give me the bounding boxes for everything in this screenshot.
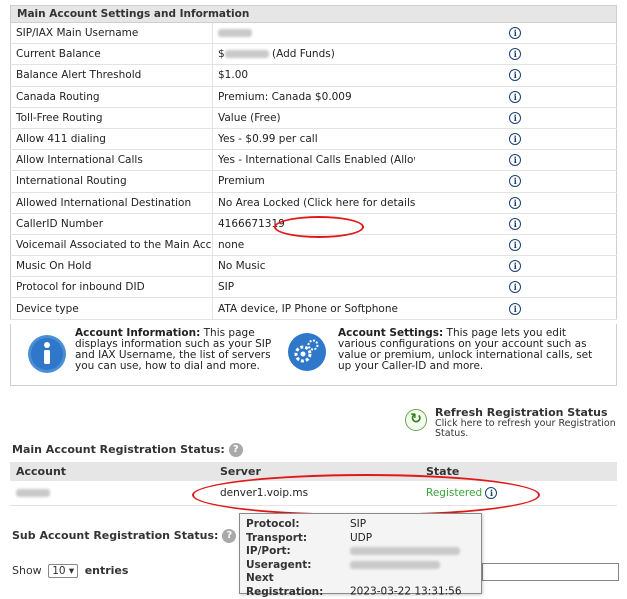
settings-title: Main Account Settings and Information	[10, 5, 617, 23]
info-icon[interactable]: i	[509, 175, 522, 188]
row-value: Premium: Canada $0.009	[212, 86, 415, 108]
tooltip-value: 2023-03-22 13:31:56	[350, 585, 462, 598]
tooltip-key: Useragent:	[246, 558, 312, 571]
help-panel: Account Information: This page displays …	[10, 324, 617, 386]
sub-registration-label: Sub Account Registration Status:?	[12, 529, 237, 543]
info-icon[interactable]: i	[509, 133, 522, 146]
info-icon[interactable]: i	[509, 281, 522, 294]
tooltip-key: Next Registration:	[246, 572, 324, 598]
entries-value: 10	[52, 565, 66, 577]
row-value: Value (Free)	[212, 107, 415, 129]
account-info-help: Account Information: This page displays …	[75, 328, 280, 372]
add-funds-link[interactable]: (Add Funds)	[272, 48, 335, 60]
refresh-description: Click here to refresh your Registration …	[435, 418, 616, 439]
col-account[interactable]: Account	[10, 462, 214, 481]
row-label: Protocol for inbound DID	[10, 276, 213, 299]
row-value: $1.00	[212, 64, 415, 87]
search-input[interactable]	[482, 563, 619, 581]
row-value	[212, 22, 415, 45]
tooltip-key: Transport:	[246, 531, 308, 544]
callerid-highlight-circle	[274, 216, 364, 238]
row-label: CallerID Number	[10, 213, 213, 235]
info-icon[interactable]: i	[509, 27, 522, 40]
help-question-icon[interactable]: ?	[222, 529, 237, 543]
entries-control: Show 10 ▾ entries	[12, 564, 128, 578]
redacted-account	[16, 488, 50, 497]
registration-tooltip: Protocol: SIP Transport: UDP IP/Port: User…	[239, 513, 482, 598]
info-icon[interactable]: i	[509, 154, 522, 167]
tooltip-value: SIP	[350, 518, 367, 530]
tooltip-key: IP/Port:	[246, 545, 291, 557]
info-icon[interactable]: i	[509, 217, 522, 230]
info-icon[interactable]: i	[509, 90, 522, 103]
info-icon[interactable]: i	[509, 69, 522, 82]
settings-gear-icon	[288, 333, 326, 371]
row-value: Yes - $0.99 per call	[212, 128, 415, 151]
info-icon[interactable]: i	[509, 260, 522, 273]
row-label: Allow 411 dialing	[10, 128, 213, 151]
row-value: $ (Add Funds)	[212, 43, 415, 66]
account-settings-table: Main Account Settings and Information SI…	[10, 5, 617, 320]
redacted-ip	[350, 547, 460, 555]
row-label: Allow International Calls	[10, 149, 213, 172]
row-value: No Music	[212, 255, 415, 278]
redacted-useragent	[350, 560, 440, 569]
row-label: Balance Alert Threshold	[10, 64, 213, 87]
row-value[interactable]: Yes - International Calls Enabled (Allow…	[212, 149, 415, 172]
info-icon[interactable]: i	[509, 302, 522, 315]
main-registration-title: Main Account Registration Status:	[12, 443, 225, 456]
chevron-down-icon: ▾	[68, 565, 75, 577]
redacted-balance	[224, 50, 269, 59]
currency-symbol: $	[218, 48, 225, 61]
info-icon[interactable]: i	[509, 238, 522, 251]
row-label: Device type	[10, 297, 213, 320]
info-icon[interactable]: i	[509, 48, 522, 61]
account-settings-help: Account Settings: This page lets you edi…	[338, 328, 606, 372]
row-label: Allowed International Destination	[10, 192, 213, 214]
tooltip-value: UDP	[350, 531, 373, 544]
registration-highlight-ellipse	[192, 474, 540, 516]
row-label: International Routing	[10, 170, 213, 193]
row-label: Toll-Free Routing	[10, 107, 213, 129]
row-value: Premium	[212, 170, 415, 193]
help-question-icon[interactable]: ?	[228, 443, 243, 457]
info-icon[interactable]: i	[509, 111, 522, 124]
main-registration-label: Main Account Registration Status:?	[12, 443, 243, 457]
information-icon	[28, 335, 66, 373]
row-value: SIP	[212, 276, 415, 299]
show-label: Show	[12, 564, 42, 577]
row-value[interactable]: No Area Locked (Click here for details)	[212, 192, 415, 214]
row-label: Canada Routing	[10, 86, 213, 108]
row-label: Voicemail Associated to the Main Account	[10, 234, 213, 257]
refresh-icon[interactable]: ↻	[405, 409, 427, 431]
info-icon[interactable]: i	[509, 196, 522, 209]
row-label: SIP/IAX Main Username	[10, 22, 213, 45]
redacted-username	[218, 29, 252, 38]
row-label: Music On Hold	[10, 255, 213, 278]
tooltip-key: Protocol:	[246, 518, 300, 530]
entries-label: entries	[84, 564, 129, 577]
sub-registration-title: Sub Account Registration Status:	[12, 529, 219, 542]
row-value: ATA device, IP Phone or Softphone	[212, 297, 415, 320]
account-cell	[10, 481, 214, 506]
entries-select[interactable]: 10 ▾	[48, 564, 79, 578]
row-label: Current Balance	[10, 43, 213, 66]
